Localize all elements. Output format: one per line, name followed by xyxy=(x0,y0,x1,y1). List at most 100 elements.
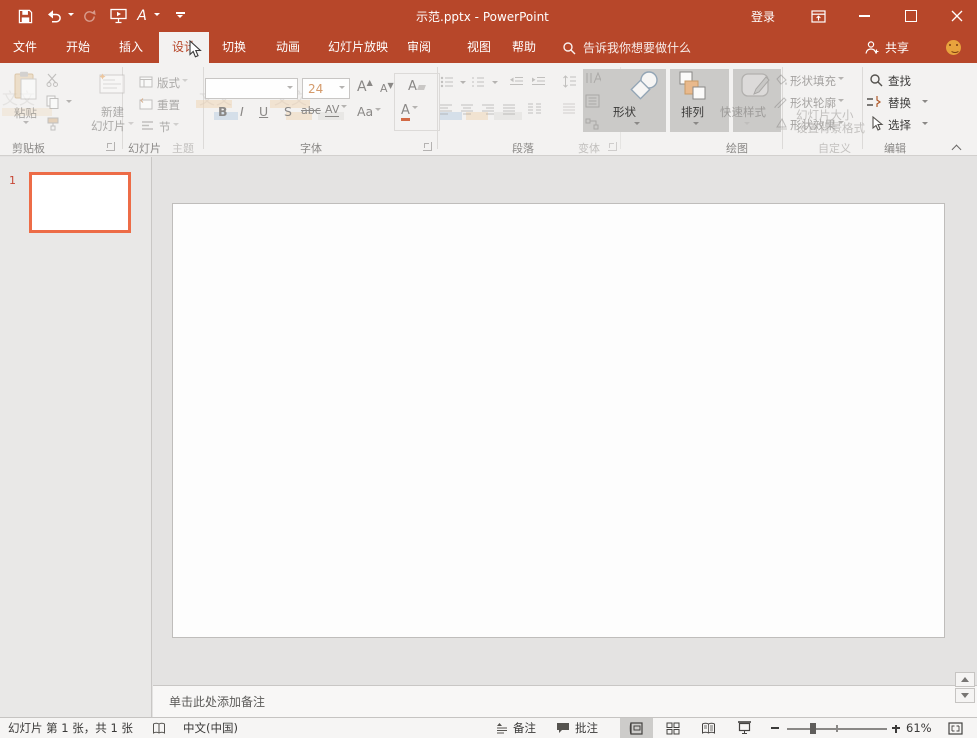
shape-outline-button[interactable]: 形状轮廓 xyxy=(790,95,844,111)
select-dropdown[interactable] xyxy=(922,122,928,128)
minimize-button[interactable] xyxy=(842,0,886,32)
change-case-button[interactable]: Aa xyxy=(357,104,381,119)
format-painter-icon[interactable] xyxy=(46,117,60,131)
smartart-icon[interactable] xyxy=(585,118,600,130)
notes-pane[interactable]: 单击此处添加备注 xyxy=(153,685,977,717)
replace-icon xyxy=(866,95,883,108)
tab-slideshow[interactable]: 幻灯片放映 xyxy=(314,32,402,63)
numbering-icon[interactable] xyxy=(471,76,485,88)
columns-icon[interactable] xyxy=(527,103,542,116)
feedback-smiley-icon[interactable] xyxy=(946,40,961,55)
undo-button[interactable] xyxy=(43,0,65,32)
view-slideshow-button[interactable] xyxy=(728,718,761,738)
slide-thumbnail[interactable] xyxy=(29,172,131,233)
underline-button[interactable]: U xyxy=(259,104,268,119)
replace-dropdown[interactable] xyxy=(922,100,928,106)
justify-icon[interactable] xyxy=(503,104,516,115)
bullets-dropdown[interactable] xyxy=(460,81,466,87)
section-button[interactable]: 节 xyxy=(159,119,179,135)
maximize-button[interactable] xyxy=(889,0,933,32)
redo-button[interactable] xyxy=(78,0,100,32)
close-button[interactable] xyxy=(936,0,977,32)
tell-me-search[interactable]: 告诉我你想要做什么 xyxy=(562,32,691,63)
ribbon-display-options-button[interactable] xyxy=(800,0,836,32)
powerpoint-window: A 示范.pptx - PowerPoint 登录 文件 开始 插入 设计 切换… xyxy=(0,0,977,738)
view-reading-button[interactable] xyxy=(692,718,725,738)
variants-dialog-launcher-ghost[interactable] xyxy=(608,142,617,151)
tab-home[interactable]: 开始 xyxy=(56,32,100,63)
zoom-out-button[interactable] xyxy=(771,718,779,738)
layout-button[interactable]: 版式 xyxy=(157,75,188,91)
reset-button[interactable]: 重置 xyxy=(157,97,180,113)
comments-toggle[interactable]: 批注 xyxy=(556,718,598,738)
slide-counter[interactable]: 幻灯片 第 1 张，共 1 张 xyxy=(8,718,133,738)
increase-indent-icon[interactable] xyxy=(531,76,546,88)
tab-design[interactable]: 设计 xyxy=(159,32,209,63)
text-rows-icon[interactable] xyxy=(562,103,576,115)
comments-icon xyxy=(556,722,570,734)
zoom-level[interactable]: 61% xyxy=(906,718,932,738)
sign-in-button[interactable]: 登录 xyxy=(740,0,786,32)
tab-transitions[interactable]: 切换 xyxy=(212,32,256,63)
font-tool-dropdown[interactable] xyxy=(151,0,161,32)
numbering-dropdown[interactable] xyxy=(492,81,498,87)
spellcheck-button[interactable] xyxy=(152,718,166,738)
align-left-icon[interactable] xyxy=(440,104,453,115)
zoom-slider-thumb[interactable] xyxy=(810,723,816,734)
copy-icon[interactable] xyxy=(46,95,60,109)
qat-customize-button[interactable] xyxy=(171,0,189,32)
tab-animations[interactable]: 动画 xyxy=(266,32,310,63)
italic-button[interactable]: I xyxy=(240,104,244,119)
find-button[interactable]: 查找 xyxy=(888,73,911,89)
text-shadow-button[interactable]: S xyxy=(284,104,292,119)
layout-icon xyxy=(139,76,153,88)
increase-font-button[interactable]: A▲ xyxy=(357,78,373,95)
shape-effects-button[interactable]: 形状效果 xyxy=(790,117,844,133)
share-button[interactable]: 共享 xyxy=(864,32,909,63)
shape-fill-button[interactable]: 形状填充 xyxy=(790,73,844,89)
copy-dropdown[interactable] xyxy=(66,100,72,106)
undo-dropdown[interactable] xyxy=(65,0,75,32)
start-slideshow-button[interactable] xyxy=(106,0,130,32)
select-button[interactable]: 选择 xyxy=(888,117,911,133)
align-text-icon[interactable] xyxy=(585,94,600,108)
clipboard-dialog-launcher[interactable] xyxy=(106,142,115,151)
tab-view[interactable]: 视图 xyxy=(457,32,501,63)
decrease-font-button[interactable]: A▼ xyxy=(380,81,394,95)
next-slide-button[interactable] xyxy=(955,688,975,703)
slide-canvas[interactable] xyxy=(172,203,945,638)
align-right-icon[interactable] xyxy=(482,104,495,115)
slideshow-icon xyxy=(110,8,127,24)
align-center-icon[interactable] xyxy=(461,104,474,115)
zoom-in-button[interactable] xyxy=(892,718,900,738)
normal-view-icon xyxy=(629,722,644,735)
slide-thumbnail-panel[interactable]: 1 xyxy=(0,157,152,717)
view-normal-button[interactable] xyxy=(620,718,653,738)
font-name-combobox[interactable] xyxy=(205,78,298,99)
font-color-button[interactable]: A xyxy=(401,103,418,118)
text-direction-icon[interactable] xyxy=(585,72,601,86)
bullets-icon[interactable] xyxy=(440,76,454,88)
line-spacing-icon[interactable] xyxy=(562,75,577,89)
font-size-combobox[interactable]: 24 xyxy=(302,78,350,99)
bold-button[interactable]: B xyxy=(218,104,228,119)
font-dialog-launcher[interactable] xyxy=(423,142,432,151)
clear-formatting-button[interactable]: A xyxy=(408,79,425,94)
tab-file[interactable]: 文件 xyxy=(3,32,47,63)
cut-icon[interactable] xyxy=(45,73,61,87)
tab-help[interactable]: 帮助 xyxy=(502,32,546,63)
notes-toggle[interactable]: 备注 xyxy=(496,718,536,738)
tab-review[interactable]: 审阅 xyxy=(397,32,441,63)
view-slide-sorter-button[interactable] xyxy=(656,718,689,738)
collapse-ribbon-button[interactable] xyxy=(953,143,963,150)
language-indicator[interactable]: 中文(中国) xyxy=(183,718,238,738)
fit-slide-to-window-button[interactable] xyxy=(948,718,963,738)
replace-button[interactable]: 替换 xyxy=(888,95,911,111)
tab-insert[interactable]: 插入 xyxy=(109,32,153,63)
save-button[interactable] xyxy=(14,0,36,32)
strikethrough-button[interactable]: abc xyxy=(301,104,321,117)
decrease-indent-icon[interactable] xyxy=(509,76,524,88)
previous-slide-button[interactable] xyxy=(955,672,975,687)
font-tool-button[interactable]: A xyxy=(133,0,151,32)
character-spacing-button[interactable]: AV xyxy=(325,103,347,116)
